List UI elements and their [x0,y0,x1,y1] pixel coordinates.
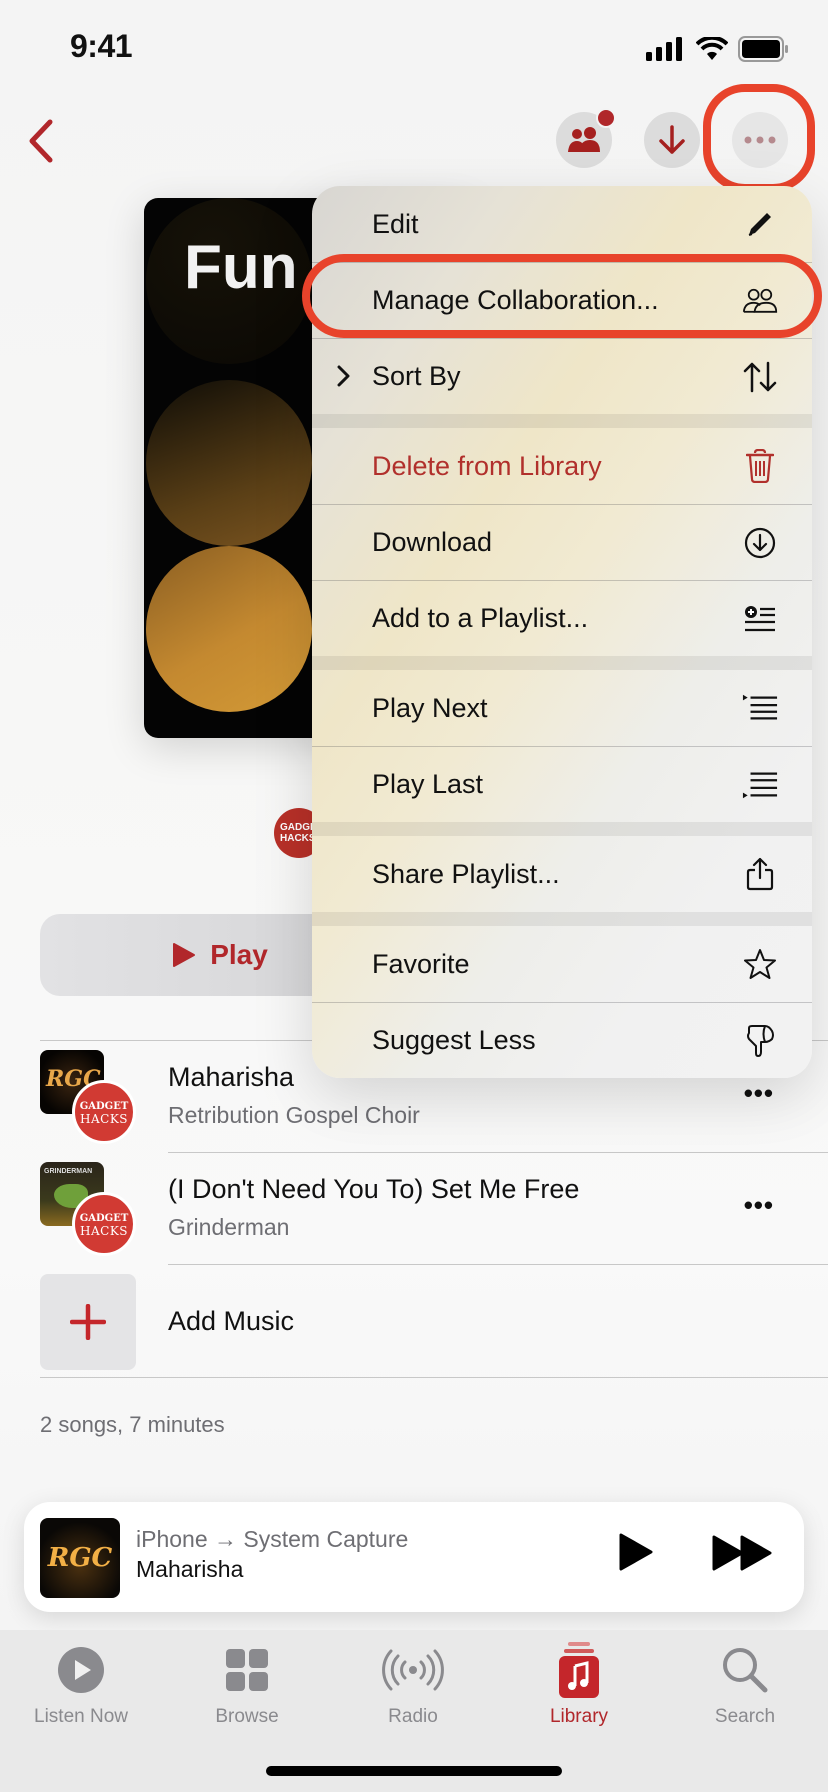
tab-listen-now[interactable]: Listen Now [6,1640,156,1728]
chevron-right-icon [337,365,350,387]
menu-group-separator [312,656,812,670]
menu-item-edit[interactable]: Edit [312,186,812,262]
song-artist: Grinderman [168,1214,290,1240]
song-title: Maharisha [168,1062,295,1092]
star-icon [744,949,776,979]
artwork-disc [146,546,312,712]
contributor-avatar: GADGET HACKS [72,1080,136,1144]
pencil-icon [748,213,771,236]
square-and-arrow-up-icon [746,857,774,891]
song-more-button[interactable]: ••• [744,1078,774,1109]
artwork-text: GRINDERMAN [44,1168,93,1175]
battery-icon [738,36,788,62]
menu-item-label: Edit [372,208,419,239]
menu-group-separator [312,912,812,926]
menu-item-suggest-less[interactable]: Suggest Less [312,1002,812,1078]
text-insert-top-icon [742,694,778,720]
back-button[interactable] [22,116,62,166]
song-title: (I Don't Need You To) Set Me Free [168,1174,580,1204]
mini-player-source: iPhone → System Capture [136,1526,409,1552]
download-button[interactable] [644,112,700,168]
menu-item-label: Add to a Playlist... [372,603,589,633]
tab-browse[interactable]: Browse [172,1640,322,1728]
play-button-label: Play [210,939,268,970]
menu-item-sort-by[interactable]: Sort By [312,338,812,414]
arrow-down-circle-icon [744,527,776,558]
divider [40,1377,828,1378]
tab-label: Library [549,1706,609,1727]
trash-icon [746,449,774,483]
cellular-signal-icon [646,37,682,61]
magnifyingglass-icon [723,1648,768,1693]
arrow-down-icon [659,125,685,154]
add-music-label[interactable]: Add Music [168,1306,294,1337]
notification-badge [596,108,616,128]
menu-item-label: Download [372,527,493,557]
song-row[interactable]: GRINDERMAN GADGET HACKS (I Don't Need You… [0,1152,828,1264]
menu-item-label: Sort By [372,361,461,391]
divider [168,1264,828,1265]
square-grid-2x2-icon [226,1649,268,1691]
wifi-icon [696,37,728,60]
dot-radiowaves-icon [382,1649,444,1691]
menu-item-download[interactable]: Download [312,504,812,580]
menu-item-label: Play Last [372,769,484,799]
song-artist: Retribution Gospel Choir [168,1102,420,1128]
menu-item-label: Delete from Library [372,450,602,481]
artwork-disc [146,380,312,546]
menu-item-share-playlist[interactable]: Share Playlist... [312,836,812,912]
play-circle-fill-icon [58,1647,104,1693]
contributor-avatar: GADGET HACKS [72,1192,136,1256]
tab-label: Search [714,1706,776,1727]
menu-group-separator [312,822,812,836]
menu-item-add-to-playlist[interactable]: Add to a Playlist... [312,580,812,656]
forward-icon [712,1535,772,1571]
menu-item-label: Favorite [372,948,470,979]
status-icons [646,36,790,62]
menu-item-favorite[interactable]: Favorite [312,926,812,1002]
tab-radio[interactable]: Radio [338,1640,488,1728]
music-note-library-icon [559,1642,599,1698]
menu-item-label: Play Next [372,692,488,723]
status-time: 9:41 [70,28,133,64]
menu-item-play-next[interactable]: Play Next [312,670,812,746]
annotation-circle-more [703,84,815,192]
tab-label: Radio [388,1706,438,1727]
artwork-title: Fun [184,233,298,302]
hand-thumbsdown-icon [747,1024,774,1057]
menu-item-label: Suggest Less [372,1025,536,1055]
mini-player-artwork: RGC [40,1518,120,1598]
collaborate-button[interactable] [556,108,616,168]
play-icon [619,1533,653,1571]
song-more-button[interactable]: ••• [744,1190,774,1221]
mini-forward-button[interactable] [712,1534,774,1577]
arrow-up-arrow-down-icon [743,361,777,392]
text-badge-plus-icon [745,605,775,631]
mini-player-title: Maharisha [136,1556,244,1582]
tab-label: Listen Now [34,1706,128,1727]
menu-group-separator [312,414,812,428]
avatar-text: HACKS [80,1112,128,1126]
mini-player[interactable]: RGC iPhone → System Capture Maharisha [24,1502,804,1612]
menu-item-play-last[interactable]: Play Last [312,746,812,822]
chevron-left-icon [29,119,53,163]
person-2-fill-icon [568,127,600,152]
home-indicator[interactable] [266,1766,562,1776]
tab-label: Browse [215,1706,279,1727]
mini-play-button[interactable] [618,1532,654,1577]
text-insert-bottom-icon [742,771,778,798]
avatar-text: HACKS [80,1224,128,1238]
menu-item-label: Share Playlist... [372,858,560,889]
tab-library[interactable]: Library [504,1640,654,1728]
annotation-circle-manage-collaboration [302,254,822,338]
menu-item-delete-from-library[interactable]: Delete from Library [312,428,812,504]
playlist-summary: 2 songs, 7 minutes [40,1412,225,1437]
tab-search[interactable]: Search [670,1640,820,1728]
play-icon [173,943,196,967]
plus-icon [70,1304,106,1340]
add-music-button[interactable] [40,1274,136,1370]
